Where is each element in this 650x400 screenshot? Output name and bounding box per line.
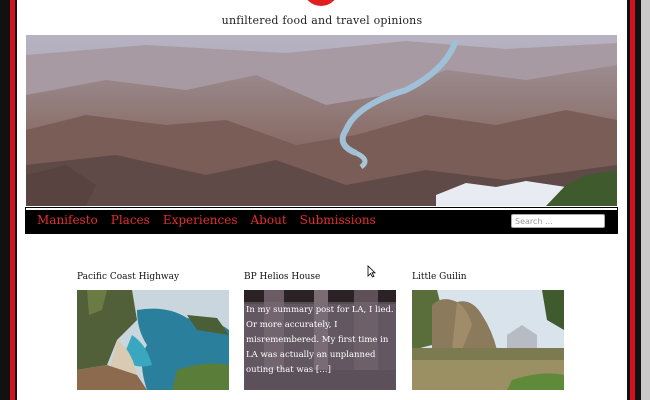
window-frame-right xyxy=(627,0,650,400)
header-image xyxy=(26,35,617,206)
search-input[interactable]: Search ... xyxy=(511,214,605,228)
nav-item-about[interactable]: About xyxy=(251,213,287,227)
site-tagline: unfiltered food and travel opinions xyxy=(221,14,423,27)
post-title[interactable]: Pacific Coast Highway xyxy=(77,270,229,284)
nav-item-manifesto[interactable]: Manifesto xyxy=(37,213,98,227)
post-thumbnail[interactable] xyxy=(77,290,229,390)
nav-item-experiences[interactable]: Experiences xyxy=(163,213,238,227)
nav-bottom-rule xyxy=(26,233,617,234)
post-excerpt: In my summary post for LA, I lied. Or mo… xyxy=(244,302,396,390)
mouse-cursor-icon xyxy=(367,265,376,278)
nav-item-places[interactable]: Places xyxy=(111,213,150,227)
site-logo[interactable] xyxy=(303,0,339,6)
page: unfiltered food and travel opinions Mani… xyxy=(17,0,627,400)
main-navigation: Manifesto Places Experiences About Submi… xyxy=(25,207,618,234)
post-thumbnail[interactable] xyxy=(412,290,564,390)
post-thumbnail[interactable]: In my summary post for LA, I lied. Or mo… xyxy=(244,290,396,390)
post-card-bp-helios-house[interactable]: BP Helios House In my summary post for L… xyxy=(244,270,396,390)
window-frame-left xyxy=(0,0,17,400)
post-card-little-guilin[interactable]: Little Guilin xyxy=(412,270,564,390)
nav-item-submissions[interactable]: Submissions xyxy=(300,213,376,227)
post-card-pacific-coast-highway[interactable]: Pacific Coast Highway xyxy=(77,270,229,390)
post-title[interactable]: Little Guilin xyxy=(412,270,564,284)
